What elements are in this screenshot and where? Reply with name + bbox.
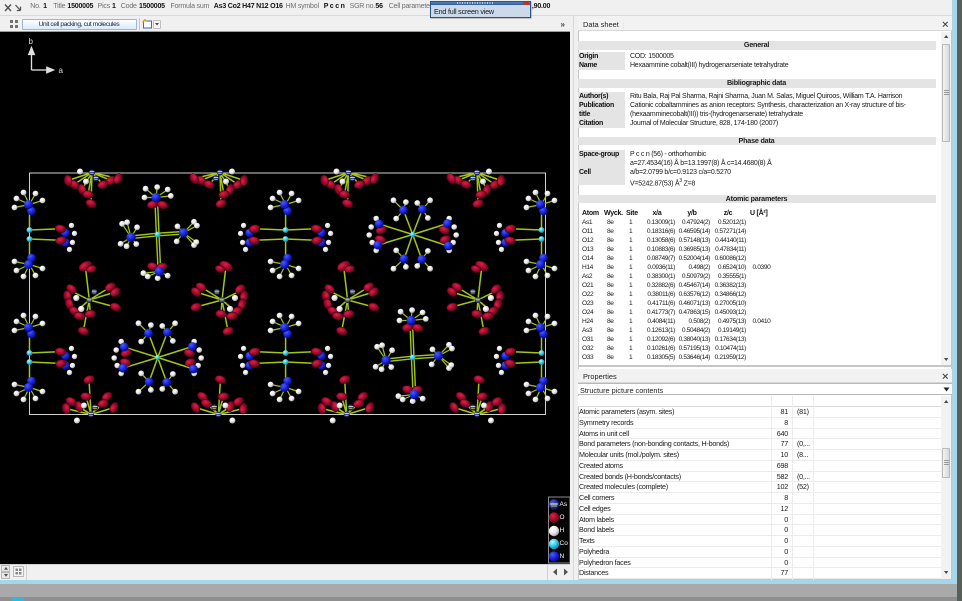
- svg-text:a: a: [59, 66, 64, 75]
- svg-text:b: b: [29, 37, 34, 46]
